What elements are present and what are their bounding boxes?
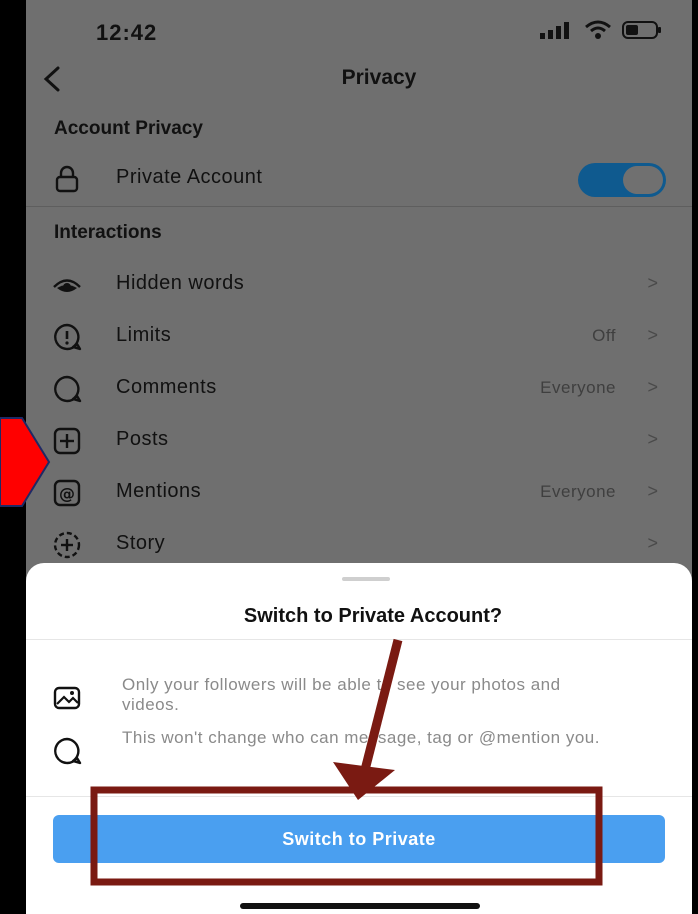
info-text: This won't change who can message, tag o… (122, 728, 600, 747)
interaction-row-comments[interactable]: Comments Everyone > (26, 362, 692, 414)
divider (26, 206, 692, 207)
interaction-row-mentions[interactable]: @ Mentions Everyone > (26, 466, 692, 518)
chevron-right-icon: > (647, 533, 658, 553)
battery-icon (622, 21, 661, 39)
phone-screen: 12:42 Privacy Account Privacy Private Ac… (26, 0, 692, 914)
divider (26, 639, 692, 640)
interaction-value: Everyone (540, 378, 616, 397)
interaction-value: Everyone (540, 482, 616, 501)
lock-icon (55, 165, 79, 193)
sheet-title: Switch to Private Account? (243, 605, 503, 627)
plus-square-icon (53, 427, 81, 455)
comment-icon (54, 737, 82, 765)
private-account-label: Private Account (116, 166, 263, 188)
nav-bar: Privacy (26, 58, 692, 102)
story-add-icon (53, 531, 81, 559)
status-icons (540, 20, 662, 40)
section-title-interactions: Interactions (54, 222, 162, 243)
interaction-label: Hidden words (116, 272, 245, 294)
divider (26, 796, 692, 797)
chevron-right-icon: > (647, 325, 658, 345)
chevron-right-icon: > (647, 429, 658, 449)
limits-icon (54, 323, 82, 351)
interaction-label: Limits (116, 324, 172, 346)
interaction-row-hidden-words[interactable]: Hidden words > (26, 258, 692, 310)
chevron-right-icon: > (647, 273, 658, 293)
interaction-value: Off (592, 326, 616, 345)
interaction-row-limits[interactable]: Limits Off > (26, 310, 692, 362)
interaction-label: Mentions (116, 480, 202, 502)
section-title-account-privacy: Account Privacy (54, 118, 203, 139)
interaction-label: Story (116, 532, 166, 554)
chevron-right-icon: > (647, 377, 658, 397)
home-indicator (240, 903, 480, 909)
toggle-knob (623, 166, 663, 194)
comment-icon (54, 375, 82, 403)
at-sign-icon: @ (53, 479, 81, 507)
status-bar: 12:42 (26, 0, 692, 64)
bottom-sheet: Switch to Private Account? Only your fol… (26, 563, 692, 914)
switch-to-private-button[interactable]: Switch to Private (53, 815, 665, 863)
private-account-toggle[interactable] (578, 163, 666, 197)
svg-text:@: @ (59, 484, 75, 503)
wifi-icon (585, 20, 611, 39)
interaction-label: Comments (116, 376, 217, 398)
interaction-label: Posts (116, 428, 169, 450)
photo-icon (53, 686, 81, 710)
interaction-row-posts[interactable]: Posts > (26, 414, 692, 466)
status-time: 12:42 (96, 20, 158, 45)
page-title: Privacy (341, 66, 417, 89)
sheet-drag-handle[interactable] (342, 577, 390, 581)
info-text: Only your followers will be able to see … (122, 675, 561, 714)
signal-icon (540, 22, 569, 39)
eye-icon (53, 279, 81, 292)
chevron-right-icon: > (647, 481, 658, 501)
